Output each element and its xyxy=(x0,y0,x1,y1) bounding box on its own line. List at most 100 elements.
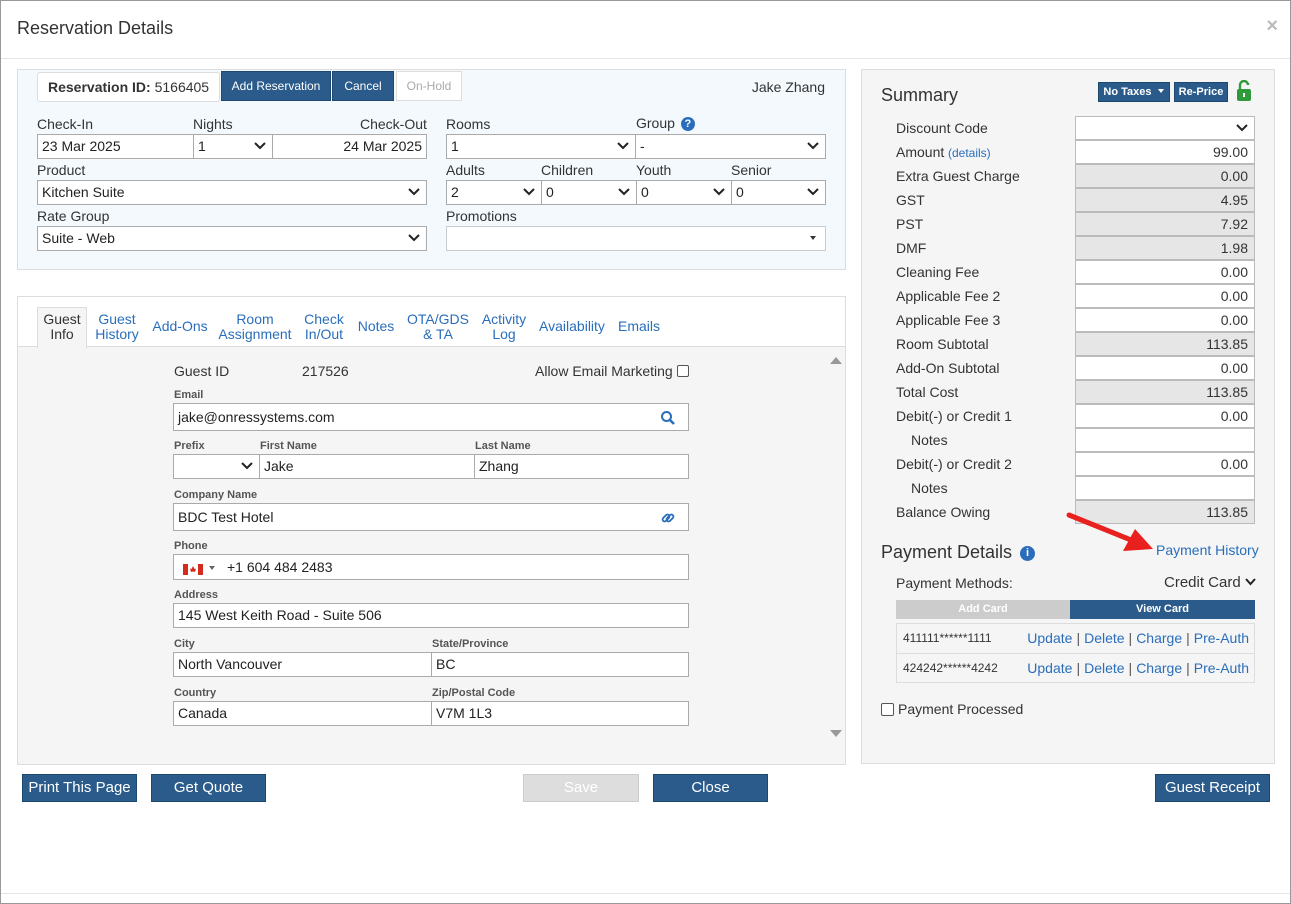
tab-check-in-out[interactable]: Check In/Out xyxy=(301,312,347,342)
tab-guest-history[interactable]: Guest History xyxy=(94,312,140,342)
summary-row-value[interactable]: 0.00 xyxy=(1075,260,1255,284)
last-name-field[interactable]: Zhang xyxy=(474,454,689,479)
tab-emails[interactable]: Emails xyxy=(615,319,663,334)
city-field[interactable]: North Vancouver xyxy=(173,652,432,677)
prefix-select[interactable] xyxy=(173,454,260,479)
guest-panel: Guest Info Guest History Add-Ons Room As… xyxy=(17,296,846,765)
tab-room-assignment[interactable]: Room Assignment xyxy=(217,312,293,342)
tab-notes[interactable]: Notes xyxy=(355,319,397,334)
state-label: State/Province xyxy=(432,638,509,650)
save-button[interactable]: Save xyxy=(523,774,639,802)
rate-group-value: Suite - Web xyxy=(42,230,115,246)
card-update-link[interactable]: Update xyxy=(1027,630,1072,646)
checkin-field[interactable]: 23 Mar 2025 xyxy=(37,134,194,159)
card-preauth-link[interactable]: Pre-Auth xyxy=(1194,660,1249,676)
reprice-button[interactable]: Re-Price xyxy=(1174,82,1228,102)
summary-row-label: PST xyxy=(896,216,924,232)
summary-row-value[interactable] xyxy=(1075,476,1255,500)
search-icon[interactable] xyxy=(660,410,676,426)
email-value: jake@onressystems.com xyxy=(178,409,335,425)
tab-ota-gds[interactable]: OTA/GDS & TA xyxy=(407,312,469,342)
print-page-button[interactable]: Print This Page xyxy=(22,774,137,802)
card-delete-link[interactable]: Delete xyxy=(1084,660,1124,676)
youth-select[interactable]: 0 xyxy=(636,180,732,205)
summary-row-label: GST xyxy=(896,192,925,208)
card-number: 411111******1111 xyxy=(903,631,992,645)
help-icon[interactable]: ? xyxy=(680,117,695,131)
summary-row-value[interactable]: 0.00 xyxy=(1075,356,1255,380)
adults-value: 2 xyxy=(451,184,459,200)
zip-field[interactable]: V7M 1L3 xyxy=(431,701,689,726)
tab-label: Info xyxy=(50,326,74,342)
reservation-details-modal: Reservation Details × Reservation ID: 51… xyxy=(0,0,1291,904)
scrollbar[interactable] xyxy=(827,349,845,741)
payment-processed-checkbox[interactable] xyxy=(881,703,894,716)
add-reservation-button[interactable]: Add Reservation xyxy=(221,71,331,101)
email-marketing-checkbox[interactable] xyxy=(677,365,689,377)
close-button[interactable]: Close xyxy=(653,774,768,802)
tab-availability[interactable]: Availability xyxy=(539,319,605,334)
view-card-tab[interactable]: View Card xyxy=(1070,600,1255,619)
group-select[interactable]: - xyxy=(635,134,826,159)
card-delete-link[interactable]: Delete xyxy=(1084,630,1124,646)
link-icon[interactable] xyxy=(660,510,676,526)
info-icon[interactable]: i xyxy=(1020,546,1036,561)
cancel-button[interactable]: Cancel xyxy=(332,71,394,101)
tab-add-ons[interactable]: Add-Ons xyxy=(152,319,208,334)
rooms-select[interactable]: 1 xyxy=(446,134,636,159)
card-preauth-link[interactable]: Pre-Auth xyxy=(1194,630,1249,646)
add-card-tab[interactable]: Add Card xyxy=(896,600,1070,619)
card-update-link[interactable]: Update xyxy=(1027,660,1072,676)
payment-history-link[interactable]: Payment History xyxy=(1156,542,1259,558)
on-hold-button[interactable]: On-Hold xyxy=(396,71,462,101)
amount-details-link[interactable]: (details) xyxy=(948,146,991,160)
caret-down-icon[interactable] xyxy=(208,565,216,571)
separator: | xyxy=(1076,630,1081,646)
summary-row-value[interactable] xyxy=(1075,428,1255,452)
unlock-icon[interactable] xyxy=(1236,80,1252,102)
summary-row: Notes xyxy=(882,428,1282,452)
senior-select[interactable]: 0 xyxy=(731,180,826,205)
address-field[interactable]: 145 West Keith Road - Suite 506 xyxy=(173,603,689,628)
scroll-up-icon[interactable] xyxy=(829,355,843,365)
promotions-select[interactable] xyxy=(446,226,826,251)
summary-row: PST 7.92 xyxy=(882,212,1282,236)
canada-flag-icon[interactable] xyxy=(183,562,203,575)
summary-row-value[interactable]: 0.00 xyxy=(1075,404,1255,428)
phone-field[interactable]: +1 604 484 2483 xyxy=(173,554,689,580)
chevron-down-icon xyxy=(617,142,629,150)
product-select[interactable]: Kitchen Suite xyxy=(37,180,427,205)
tab-activity-log[interactable]: Activity Log xyxy=(479,312,529,342)
summary-row-value[interactable]: 99.00 xyxy=(1075,140,1255,164)
summary-row-value[interactable]: 0.00 xyxy=(1075,284,1255,308)
company-label: Company Name xyxy=(174,489,258,501)
get-quote-button[interactable]: Get Quote xyxy=(151,774,266,802)
card-charge-link[interactable]: Charge xyxy=(1136,630,1182,646)
summary-row: Room Subtotal 113.85 xyxy=(882,332,1282,356)
chevron-down-icon xyxy=(523,188,535,196)
adults-select[interactable]: 2 xyxy=(446,180,542,205)
guest-receipt-button[interactable]: Guest Receipt xyxy=(1155,774,1270,802)
email-field[interactable]: jake@onressystems.com xyxy=(173,403,689,431)
chevron-down-icon xyxy=(241,462,253,470)
children-select[interactable]: 0 xyxy=(541,180,637,205)
tab-guest-info[interactable]: Guest Info xyxy=(37,307,87,348)
country-field[interactable]: Canada xyxy=(173,701,432,726)
rate-group-select[interactable]: Suite - Web xyxy=(37,226,427,251)
checkout-field[interactable]: 24 Mar 2025 xyxy=(272,134,427,159)
state-field[interactable]: BC xyxy=(431,652,689,677)
discount-code-select[interactable] xyxy=(1075,116,1255,140)
summary-row-value[interactable]: 0.00 xyxy=(1075,308,1255,332)
close-icon[interactable]: × xyxy=(1266,15,1278,38)
first-name-field[interactable]: Jake xyxy=(259,454,475,479)
scroll-down-icon[interactable] xyxy=(829,729,843,739)
guest-id-label: Guest ID xyxy=(174,363,230,379)
summary-row-label: Balance Owing xyxy=(896,504,991,520)
card-charge-link[interactable]: Charge xyxy=(1136,660,1182,676)
no-taxes-dropdown[interactable]: No Taxes xyxy=(1098,82,1170,102)
company-field[interactable]: BDC Test Hotel xyxy=(173,503,689,531)
nights-select[interactable]: 1 xyxy=(193,134,273,159)
summary-row-value[interactable]: 0.00 xyxy=(1075,452,1255,476)
payment-methods-select[interactable]: Credit Card xyxy=(1164,574,1256,591)
chevron-down-icon xyxy=(408,188,420,196)
